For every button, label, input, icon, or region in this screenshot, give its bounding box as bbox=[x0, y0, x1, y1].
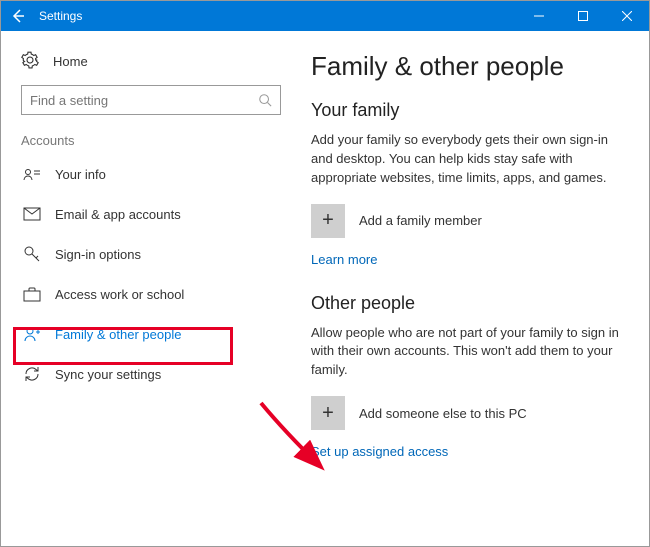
main-content: Family & other people Your family Add yo… bbox=[291, 31, 649, 546]
nav-label: Access work or school bbox=[55, 287, 184, 302]
home-label: Home bbox=[53, 54, 88, 69]
search-box[interactable] bbox=[21, 85, 281, 115]
person-card-icon bbox=[23, 165, 41, 183]
settings-window: Settings Home bbox=[0, 0, 650, 547]
add-other-label: Add someone else to this PC bbox=[359, 406, 527, 421]
close-button[interactable] bbox=[605, 1, 649, 31]
page-title: Family & other people bbox=[311, 51, 623, 82]
family-description: Add your family so everybody gets their … bbox=[311, 131, 623, 188]
nav-label: Sign-in options bbox=[55, 247, 141, 262]
nav-label: Email & app accounts bbox=[55, 207, 181, 222]
sidebar: Home Accounts Your info Email & app acco… bbox=[1, 31, 291, 546]
search-input[interactable] bbox=[30, 93, 258, 108]
titlebar: Settings bbox=[1, 1, 649, 31]
sync-icon bbox=[23, 365, 41, 383]
add-family-label: Add a family member bbox=[359, 213, 482, 228]
nav-sync-settings[interactable]: Sync your settings bbox=[21, 354, 271, 394]
briefcase-icon bbox=[23, 285, 41, 303]
other-description: Allow people who are not part of your fa… bbox=[311, 324, 623, 381]
window-title: Settings bbox=[35, 9, 82, 23]
section-label: Accounts bbox=[21, 133, 271, 148]
nav-label: Your info bbox=[55, 167, 106, 182]
minimize-button[interactable] bbox=[517, 1, 561, 31]
nav-your-info[interactable]: Your info bbox=[21, 154, 271, 194]
nav-signin-options[interactable]: Sign-in options bbox=[21, 234, 271, 274]
nav-label: Family & other people bbox=[55, 327, 181, 342]
back-arrow-icon bbox=[10, 8, 26, 24]
search-icon bbox=[258, 93, 272, 107]
close-icon bbox=[622, 11, 632, 21]
nav-label: Sync your settings bbox=[55, 367, 161, 382]
people-icon bbox=[23, 325, 41, 343]
nav-family-other[interactable]: Family & other people bbox=[21, 314, 271, 354]
key-icon bbox=[23, 245, 41, 263]
plus-icon: + bbox=[311, 204, 345, 238]
home-link[interactable]: Home bbox=[21, 43, 271, 79]
maximize-icon bbox=[578, 11, 588, 21]
section-other-people: Other people bbox=[311, 293, 623, 314]
add-family-member-button[interactable]: + Add a family member bbox=[311, 204, 623, 238]
nav-work-school[interactable]: Access work or school bbox=[21, 274, 271, 314]
maximize-button[interactable] bbox=[561, 1, 605, 31]
assigned-access-link[interactable]: Set up assigned access bbox=[311, 444, 448, 459]
add-someone-else-button[interactable]: + Add someone else to this PC bbox=[311, 396, 623, 430]
section-your-family: Your family bbox=[311, 100, 623, 121]
window-controls bbox=[517, 1, 649, 31]
plus-icon: + bbox=[311, 396, 345, 430]
back-button[interactable] bbox=[1, 1, 35, 31]
minimize-icon bbox=[534, 11, 544, 21]
learn-more-link[interactable]: Learn more bbox=[311, 252, 377, 267]
gear-icon bbox=[21, 51, 39, 72]
nav-email-accounts[interactable]: Email & app accounts bbox=[21, 194, 271, 234]
mail-icon bbox=[23, 205, 41, 223]
